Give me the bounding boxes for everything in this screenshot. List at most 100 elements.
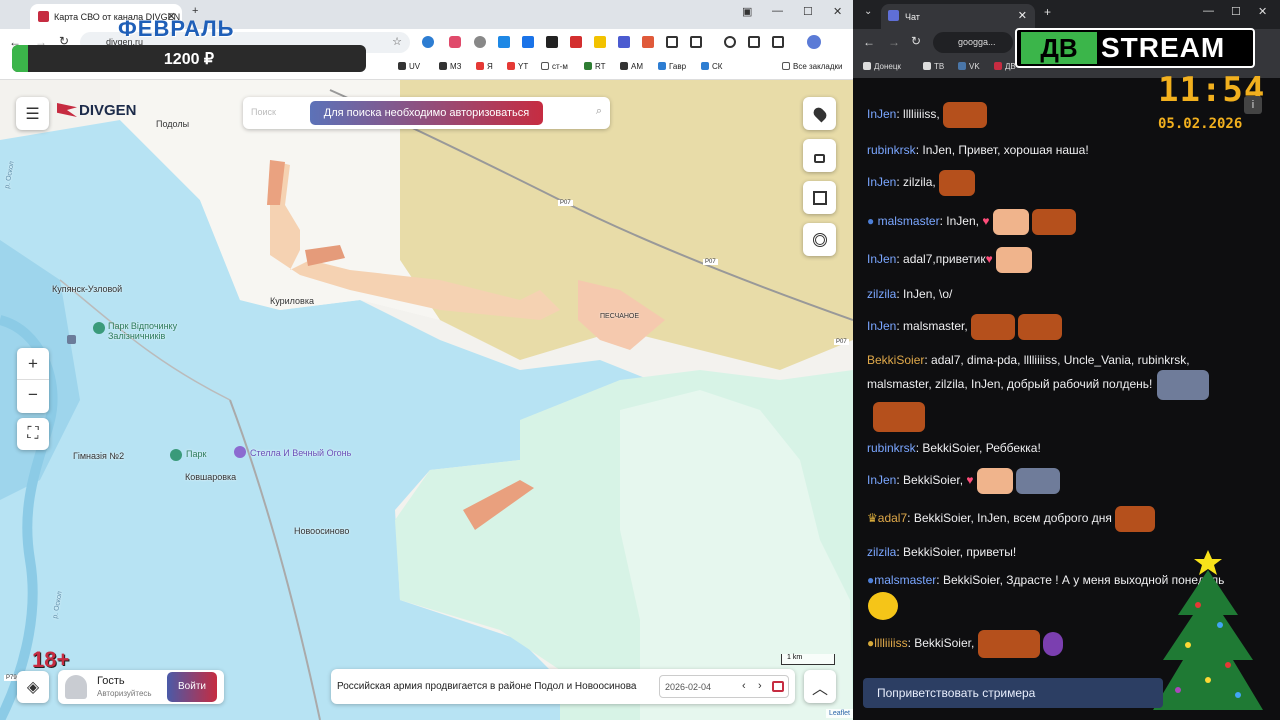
maximize-icon[interactable]: ☐ xyxy=(803,5,813,18)
login-button[interactable]: Войти xyxy=(167,672,217,702)
chat-message: InJen: malsmaster, xyxy=(867,314,1267,340)
eggplant-emote-icon xyxy=(1042,632,1063,656)
extension-icon[interactable] xyxy=(642,36,654,48)
poi-label: Стелла И Вечный Огонь xyxy=(250,448,352,458)
extension-icon[interactable] xyxy=(666,36,678,48)
back-icon[interactable]: ← xyxy=(863,35,875,49)
url-text: googga... xyxy=(958,37,996,47)
minimize-icon[interactable]: — xyxy=(772,5,783,17)
address-bar[interactable]: googga... xyxy=(933,32,1013,53)
close-tab-icon[interactable]: ✕ xyxy=(1018,9,1027,22)
bookmark-item[interactable]: Я xyxy=(476,62,493,71)
bookmark-item[interactable]: Гавр xyxy=(658,62,686,71)
divgen-favicon-icon xyxy=(38,11,49,22)
bookmark-item[interactable]: ТВ xyxy=(923,62,944,71)
ruler-button[interactable] xyxy=(803,181,836,214)
fullscreen-button[interactable]: ⛶ xyxy=(17,418,49,450)
bookmark-star-icon[interactable]: ☆ xyxy=(392,35,402,48)
tab-chat[interactable]: Чат ✕ xyxy=(881,4,1035,29)
beaver-emote-icon xyxy=(971,314,1016,340)
extension-icon[interactable] xyxy=(618,36,630,48)
news-panel: Российская армия продвигается в районе П… xyxy=(331,669,795,704)
extension-icon[interactable] xyxy=(570,36,582,48)
road-label: P07 xyxy=(834,339,849,345)
extension-icon[interactable] xyxy=(422,36,434,48)
layers-button[interactable]: ◈ xyxy=(17,671,49,703)
zoom-in-button[interactable]: + xyxy=(17,348,49,380)
greet-streamer-button[interactable]: Поприветствовать стримера xyxy=(863,678,1163,708)
chat-favicon-icon xyxy=(888,10,899,21)
map-attribution[interactable]: Leaflet xyxy=(825,709,853,718)
bookmark-item[interactable]: UV xyxy=(398,62,420,71)
heart-icon: ♥ xyxy=(982,214,990,229)
date-value: 2026-02-04 xyxy=(665,682,712,692)
user-panel: Гость Авторизуйтесь Войти xyxy=(58,670,224,704)
lock-button[interactable] xyxy=(803,139,836,172)
monument-icon[interactable] xyxy=(234,446,246,458)
road-label: P07 xyxy=(703,259,718,265)
extension-icon[interactable] xyxy=(522,36,534,48)
tab-search-icon[interactable]: ▣ xyxy=(742,5,752,18)
park-icon[interactable] xyxy=(93,322,105,334)
park-icon[interactable] xyxy=(170,449,182,461)
extension-icon[interactable] xyxy=(449,36,461,48)
menu-button[interactable]: ☰ xyxy=(16,97,49,130)
prev-date-icon[interactable]: ‹ xyxy=(742,680,746,692)
transit-icon[interactable] xyxy=(67,335,76,344)
extension-icon[interactable] xyxy=(546,36,558,48)
link-icon[interactable] xyxy=(748,36,760,48)
puzzle-icon[interactable] xyxy=(690,36,702,48)
bookmark-item[interactable]: ДВ xyxy=(994,62,1016,71)
search-icon[interactable]: ⌕ xyxy=(596,105,602,118)
zoom-out-button[interactable]: − xyxy=(17,380,49,412)
beaver-emote-icon xyxy=(1032,209,1077,235)
forward-icon[interactable]: → xyxy=(888,35,900,49)
chat-message: zilzila: InJen, \o/ xyxy=(867,287,953,301)
extension-icon[interactable] xyxy=(474,36,486,48)
close-window-icon[interactable]: ✕ xyxy=(1258,5,1267,18)
window-icon[interactable] xyxy=(772,36,784,48)
guest-subtitle: Авторизуйтесь xyxy=(97,689,152,698)
bookmark-item[interactable]: RT xyxy=(584,62,606,71)
expand-news-button[interactable]: ︿ xyxy=(804,670,836,703)
extension-icons xyxy=(422,35,821,50)
calendar-icon[interactable] xyxy=(772,681,784,692)
extension-icon[interactable] xyxy=(498,36,510,48)
right-tab-bar: ⌄ Чат ✕ + — ☐ ✕ xyxy=(853,0,1280,29)
tab-list-icon[interactable]: ⌄ xyxy=(864,6,872,17)
key-icon[interactable] xyxy=(724,36,736,48)
maximize-icon[interactable]: ☐ xyxy=(1231,5,1241,18)
smiley-emote-icon xyxy=(868,592,898,620)
next-date-icon[interactable]: › xyxy=(758,680,762,692)
bookmark-item[interactable]: YT xyxy=(507,62,528,71)
overlay-month: ФЕВРАЛЬ xyxy=(118,16,235,41)
profile-avatar[interactable] xyxy=(807,35,821,49)
extension-icon[interactable] xyxy=(594,36,606,48)
bookmark-item[interactable]: Донецк xyxy=(863,62,901,71)
search-box[interactable]: Поиск Для поиска необходимо авторизовать… xyxy=(243,97,610,129)
close-window-icon[interactable]: ✕ xyxy=(833,5,842,18)
date-picker[interactable]: 2026-02-04 ‹ › xyxy=(659,675,789,698)
bookmark-item[interactable]: АМ xyxy=(620,62,643,71)
reload-icon[interactable]: ↻ xyxy=(911,34,921,48)
bookmark-item[interactable]: VK xyxy=(958,62,980,71)
bookmark-item[interactable]: ст-м xyxy=(541,62,568,71)
place-label: Подолы xyxy=(156,119,190,129)
minimize-icon[interactable]: — xyxy=(1203,5,1214,17)
target-button[interactable] xyxy=(803,223,836,256)
all-bookmarks[interactable]: Все закладки xyxy=(782,62,842,71)
search-auth-notice[interactable]: Для поиска необходимо авторизоваться xyxy=(310,101,543,125)
new-tab-icon[interactable]: + xyxy=(1044,5,1051,19)
trophy-icon: ♛ xyxy=(867,511,878,526)
christmas-tree-icon xyxy=(1153,550,1263,710)
map-canvas[interactable]: DIVGEN ☰ Поиск Для поиска необходимо авт… xyxy=(0,80,853,720)
beaver-emote-icon xyxy=(977,630,1040,658)
bookmark-item[interactable]: СК xyxy=(701,62,722,71)
zoom-control: + − xyxy=(17,348,49,413)
location-button[interactable] xyxy=(803,97,836,130)
tab-title: Чат xyxy=(905,12,920,22)
bookmark-item[interactable]: МЗ xyxy=(439,62,462,71)
poi-label: Парк Відпочинку Залізничників xyxy=(108,321,178,341)
guest-name: Гость xyxy=(97,675,125,687)
cat-emote-icon xyxy=(992,209,1029,235)
